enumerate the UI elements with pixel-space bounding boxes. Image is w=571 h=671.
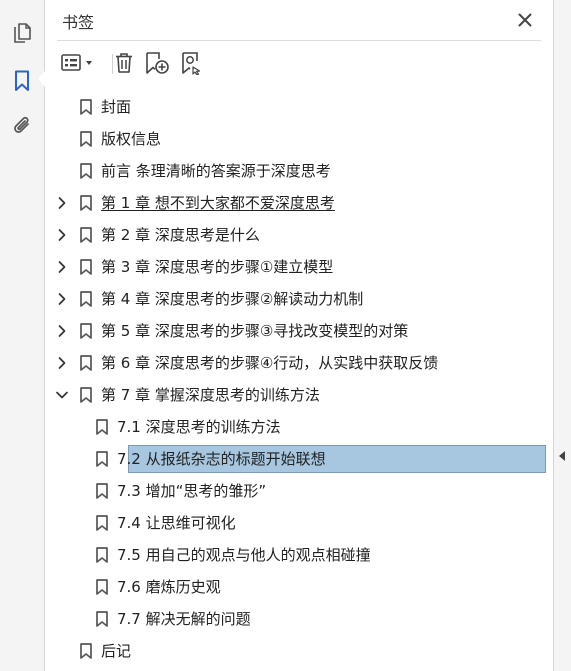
left-navigation-rail <box>0 0 45 671</box>
bookmark-item[interactable]: 版权信息 <box>45 124 553 154</box>
attachments-button[interactable] <box>0 108 44 144</box>
bookmark-item[interactable]: 后记 <box>45 636 553 666</box>
bookmark-item[interactable]: 第 7 章 掌握深度思考的训练方法 <box>45 380 553 410</box>
bookmark-label: 第 2 章 深度思考是什么 <box>101 226 260 244</box>
bookmark-label: 7.1 深度思考的训练方法 <box>117 418 281 436</box>
bookmark-item[interactable]: 7.3 增加“思考的雏形” <box>45 476 553 506</box>
bookmark-label: 第 6 章 深度思考的步骤④行动，从实践中获取反馈 <box>101 354 439 372</box>
bookmark-icon <box>95 611 109 627</box>
page-thumbnails-button[interactable] <box>0 16 44 52</box>
header-divider <box>57 40 541 41</box>
bookmark-item[interactable]: 7.4 让思维可视化 <box>45 508 553 538</box>
collapse-panel-icon <box>559 451 565 461</box>
bookmark-icon <box>95 451 109 467</box>
bookmark-label: 7.7 解决无解的问题 <box>117 610 251 628</box>
bookmark-icon <box>95 547 109 563</box>
bookmark-item[interactable]: 7.1 深度思考的训练方法 <box>45 412 553 442</box>
bookmark-item[interactable]: 第 5 章 深度思考的步骤③寻找改变模型的对策 <box>45 316 553 346</box>
bookmark-icon <box>79 387 93 403</box>
chevron-down-icon[interactable] <box>54 387 70 403</box>
bookmark-label: 封面 <box>101 98 132 116</box>
bookmark-icon <box>79 355 93 371</box>
bookmark-label: 7.2 从报纸杂志的标题开始联想 <box>117 450 326 468</box>
bookmark-label: 第 4 章 深度思考的步骤②解读动力机制 <box>101 290 364 308</box>
bookmark-item[interactable]: 封面 <box>45 92 553 122</box>
chevron-right-icon[interactable] <box>54 195 70 211</box>
chevron-right-icon[interactable] <box>54 355 70 371</box>
bookmarks-panel: 书签 封面 版权信息 前言 条理清晰的答案源于深度思考 第 1 章 想不到大家都… <box>45 0 553 671</box>
bookmark-icon <box>79 259 93 275</box>
chevron-right-icon[interactable] <box>54 227 70 243</box>
options-menu-button[interactable] <box>59 49 99 77</box>
bookmark-search-icon <box>182 52 201 75</box>
bookmark-label: 后记 <box>101 642 132 660</box>
bookmark-label: 第 3 章 深度思考的步骤①建立模型 <box>101 258 334 276</box>
panel-header: 书签 <box>45 0 553 40</box>
bookmark-icon <box>95 483 109 499</box>
pages-icon <box>14 23 31 43</box>
bookmark-label: 第 5 章 深度思考的步骤③寻找改变模型的对策 <box>101 322 409 340</box>
bookmark-item[interactable]: 第 3 章 深度思考的步骤①建立模型 <box>45 252 553 282</box>
bookmark-item[interactable]: 第 2 章 深度思考是什么 <box>45 220 553 250</box>
bookmark-label: 7.6 磨炼历史观 <box>117 578 221 596</box>
chevron-right-icon[interactable] <box>54 291 70 307</box>
bookmark-item-selected[interactable]: 7.2 从报纸杂志的标题开始联想 <box>45 444 553 474</box>
bookmark-icon <box>79 195 93 211</box>
bookmark-icon <box>95 515 109 531</box>
bookmarks-toolbar <box>45 46 553 80</box>
bookmark-icon <box>95 419 109 435</box>
close-icon <box>518 13 532 27</box>
bookmark-label: 前言 条理清晰的答案源于深度思考 <box>101 162 331 180</box>
bookmark-label: 第 1 章 想不到大家都不爱深度思考 <box>101 194 335 212</box>
bookmark-icon <box>95 579 109 595</box>
bookmarks-panel-button[interactable] <box>0 63 45 99</box>
new-bookmark-button[interactable] <box>143 49 171 77</box>
bookmark-icon <box>15 70 29 91</box>
close-panel-button[interactable] <box>513 8 537 32</box>
bookmark-icon <box>79 131 93 147</box>
bookmark-item[interactable]: 7.6 磨炼历史观 <box>45 572 553 602</box>
bookmark-label: 第 7 章 掌握深度思考的训练方法 <box>101 386 320 404</box>
bookmark-search-button[interactable] <box>179 49 207 77</box>
panel-title: 书签 <box>62 13 95 32</box>
delete-bookmark-icon <box>116 53 132 73</box>
bookmark-label: 版权信息 <box>101 130 162 148</box>
bookmark-icon <box>79 227 93 243</box>
bookmark-icon <box>79 323 93 339</box>
bookmark-item[interactable]: 第 6 章 深度思考的步骤④行动，从实践中获取反馈 <box>45 348 553 378</box>
chevron-right-icon[interactable] <box>54 323 70 339</box>
bookmark-label: 7.4 让思维可视化 <box>117 514 236 532</box>
bookmark-label: 7.3 增加“思考的雏形” <box>117 482 267 500</box>
bookmark-item[interactable]: 前言 条理清晰的答案源于深度思考 <box>45 156 553 186</box>
delete-bookmark-button[interactable] <box>111 49 137 77</box>
bookmark-item[interactable]: 第 1 章 想不到大家都不爱深度思考 <box>45 188 553 218</box>
panel-collapse-strip[interactable] <box>553 0 571 671</box>
bookmark-icon <box>79 643 93 659</box>
attachment-icon <box>14 117 29 133</box>
options-menu-icon <box>61 54 92 71</box>
bookmark-label: 7.5 用自己的观点与他人的观点相碰撞 <box>117 546 371 564</box>
chevron-right-icon[interactable] <box>54 259 70 275</box>
bookmark-item[interactable]: 第 4 章 深度思考的步骤②解读动力机制 <box>45 284 553 314</box>
bookmark-icon <box>79 163 93 179</box>
bookmark-icon <box>79 291 93 307</box>
bookmark-icon <box>79 99 93 115</box>
bookmark-item[interactable]: 7.5 用自己的观点与他人的观点相碰撞 <box>45 540 553 570</box>
bookmark-item[interactable]: 7.7 解决无解的问题 <box>45 604 553 634</box>
new-bookmark-icon <box>146 52 169 74</box>
